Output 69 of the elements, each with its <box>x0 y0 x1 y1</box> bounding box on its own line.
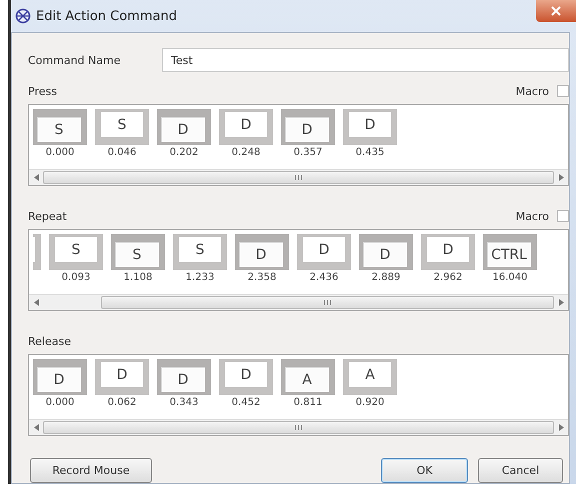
key-time: 0.452 <box>232 397 260 408</box>
scroll-right-icon[interactable] <box>558 299 564 306</box>
checkbox-label: Macro <box>516 84 549 98</box>
key-time: 0.343 <box>170 397 198 408</box>
macro-checkbox[interactable] <box>557 85 569 97</box>
scroll-left-icon[interactable] <box>34 424 38 431</box>
key-time: 0.202 <box>170 147 198 158</box>
key-tile[interactable]: CTRL <box>483 234 537 270</box>
key-time: 0.920 <box>356 397 384 408</box>
key-time: 2.962 <box>434 272 462 283</box>
command-name-field[interactable]: Test <box>162 48 569 72</box>
key-time: 0.000 <box>46 397 74 408</box>
close-button[interactable] <box>536 0 576 22</box>
record-mouse-button[interactable]: Record Mouse <box>30 458 152 483</box>
key-time: 0.357 <box>294 147 322 158</box>
key-tile[interactable]: D <box>235 234 289 270</box>
key-tile[interactable]: S <box>49 234 103 270</box>
ok-button[interactable]: OK <box>381 458 468 483</box>
key-time: 0.000 <box>46 147 74 158</box>
scroll-left-icon[interactable] <box>34 174 38 181</box>
key-tile[interactable]: D <box>421 234 475 270</box>
key-tile[interactable]: A <box>281 359 335 395</box>
key-tile[interactable] <box>33 234 41 270</box>
macro-checkbox[interactable] <box>557 210 569 222</box>
app-icon <box>15 8 31 24</box>
key-time: 0.435 <box>356 147 384 158</box>
key-tile[interactable]: S <box>173 234 227 270</box>
key-tile[interactable]: D <box>297 234 351 270</box>
scroll-left-icon[interactable] <box>34 299 38 306</box>
scroll-thumb[interactable] <box>101 296 554 309</box>
scrollbar[interactable] <box>29 294 568 310</box>
key-tile[interactable]: D <box>157 359 211 395</box>
key-tile[interactable]: D <box>343 109 397 145</box>
scroll-thumb[interactable] <box>43 421 554 434</box>
key-time: 2.889 <box>372 272 400 283</box>
cancel-button[interactable]: Cancel <box>478 458 563 483</box>
key-time: 0.248 <box>232 147 260 158</box>
close-icon <box>551 6 561 16</box>
key-tile[interactable]: D <box>157 109 211 145</box>
scroll-right-icon[interactable] <box>558 424 564 431</box>
key-tile[interactable]: D <box>281 109 335 145</box>
key-tile[interactable]: D <box>33 359 87 395</box>
key-tile[interactable]: S <box>33 109 87 145</box>
key-time: 0.093 <box>62 272 90 283</box>
key-time: 1.233 <box>186 272 214 283</box>
key-tile[interactable]: S <box>111 234 165 270</box>
scrollbar[interactable] <box>29 419 568 435</box>
checkbox-label: Macro <box>516 210 549 222</box>
key-time: 0.062 <box>108 397 136 408</box>
key-tile[interactable]: D <box>95 359 149 395</box>
field-label: Command Name <box>28 54 122 66</box>
key-time: 0.046 <box>108 147 136 158</box>
key-tile[interactable]: D <box>219 359 273 395</box>
key-tile[interactable]: A <box>343 359 397 395</box>
key-time: 0.811 <box>294 397 322 408</box>
section-label: Release <box>28 334 72 348</box>
section-label: Repeat <box>28 210 68 222</box>
scroll-right-icon[interactable] <box>558 174 564 181</box>
key-time: 16.040 <box>492 272 528 283</box>
key-time: 2.358 <box>248 272 276 283</box>
key-time: 1.108 <box>124 272 152 283</box>
scrollbar[interactable] <box>29 169 568 185</box>
window-title: Edit Action Command <box>36 8 177 24</box>
section-label: Press <box>28 84 58 98</box>
key-tile[interactable]: D <box>359 234 413 270</box>
key-tile[interactable]: D <box>219 109 273 145</box>
key-time: 2.436 <box>310 272 338 283</box>
key-tile[interactable]: S <box>95 109 149 145</box>
scroll-thumb[interactable] <box>43 171 554 184</box>
